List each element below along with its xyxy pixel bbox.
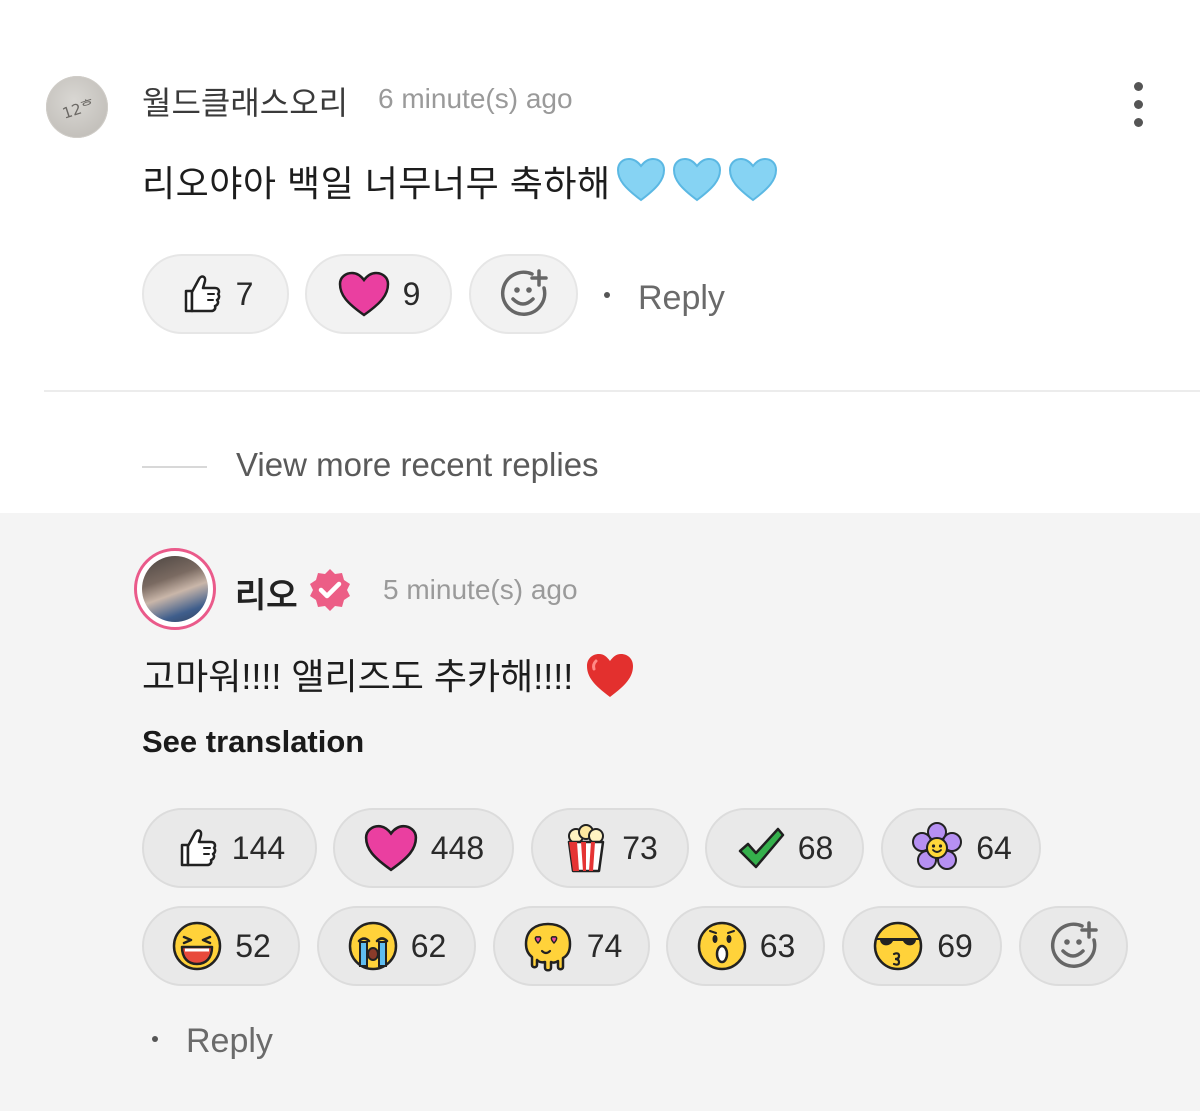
reply-text: 고마워!!!! 앨리즈도 추카해!!!! <box>142 656 574 697</box>
see-translation-link[interactable]: See translation <box>142 724 364 760</box>
avatar[interactable] <box>134 548 216 630</box>
red-heart-icon <box>586 654 633 697</box>
reaction-count: 9 <box>402 275 421 312</box>
flower-icon <box>912 822 963 870</box>
comment-timestamp: 6 minute(s) ago <box>378 83 573 114</box>
reaction-count: 63 <box>759 927 796 964</box>
pink-heart-icon <box>338 271 389 317</box>
reaction-melting-love[interactable]: 74 <box>493 906 650 986</box>
reply-button[interactable]: Reply <box>638 279 725 318</box>
reaction-heart[interactable]: 448 <box>333 808 514 888</box>
add-reaction-icon <box>1050 921 1098 969</box>
reaction-count: 73 <box>622 829 658 866</box>
reply-timestamp: 5 minute(s) ago <box>383 574 578 605</box>
reaction-laughing[interactable]: 52 <box>142 906 300 986</box>
reaction-count: 74 <box>586 927 623 964</box>
verified-badge-icon <box>310 569 350 611</box>
reaction-count: 448 <box>430 829 485 866</box>
reaction-flower[interactable]: 64 <box>881 808 1041 888</box>
melting-love-face-icon <box>524 922 571 972</box>
thumbs-up-icon <box>180 829 217 867</box>
reaction-crying[interactable]: 62 <box>317 906 476 986</box>
reaction-heart[interactable]: 9 <box>305 254 452 334</box>
sunglasses-kiss-face-icon <box>873 921 923 971</box>
reaction-count: 64 <box>976 829 1012 866</box>
crying-face-icon <box>348 921 397 971</box>
separator-dot <box>604 292 610 298</box>
reply-body: 고마워!!!! 앨리즈도 추카해!!!! <box>142 648 636 701</box>
reply-button[interactable]: Reply <box>186 1022 273 1061</box>
blue-heart-icon <box>728 157 777 202</box>
reply-username[interactable]: 리오 <box>235 568 298 617</box>
comment-text: 리오야아 백일 너무너무 축하해 <box>142 163 611 204</box>
reaction-count: 144 <box>231 829 286 866</box>
laughing-face-icon <box>172 921 222 971</box>
blue-heart-icon <box>616 157 665 202</box>
popcorn-icon <box>567 824 605 873</box>
reaction-popcorn[interactable]: 73 <box>531 808 689 888</box>
comment-username[interactable]: 월드클래스오리 <box>142 78 348 124</box>
reaction-thumbs-up[interactable]: 144 <box>142 808 317 888</box>
add-reaction-icon <box>500 269 548 317</box>
reaction-count: 52 <box>235 927 271 964</box>
add-reaction-button[interactable] <box>469 254 578 334</box>
reaction-count: 7 <box>235 275 254 312</box>
reaction-surprised[interactable]: 63 <box>666 906 825 986</box>
reaction-count: 68 <box>797 829 834 866</box>
reaction-check[interactable]: 68 <box>705 808 864 888</box>
divider <box>142 466 207 468</box>
view-more-replies-link[interactable]: View more recent replies <box>236 446 599 484</box>
thumbs-up-icon <box>184 275 220 313</box>
reaction-thumbs-up[interactable]: 7 <box>142 254 289 334</box>
reaction-count: 62 <box>410 927 447 964</box>
pink-heart-icon <box>364 824 417 872</box>
surprised-face-icon <box>697 921 746 971</box>
more-options-icon[interactable] <box>1128 82 1148 128</box>
blue-heart-icon <box>672 157 721 202</box>
add-reaction-button[interactable] <box>1019 906 1128 986</box>
reaction-count: 69 <box>937 927 973 964</box>
reaction-sunglasses[interactable]: 69 <box>842 906 1002 986</box>
separator-dot <box>152 1036 158 1042</box>
check-icon <box>738 827 784 869</box>
comment-body: 리오야아 백일 너무너무 축하해 <box>142 155 779 207</box>
avatar[interactable]: 12ᄒ <box>46 76 108 138</box>
divider <box>44 390 1200 392</box>
